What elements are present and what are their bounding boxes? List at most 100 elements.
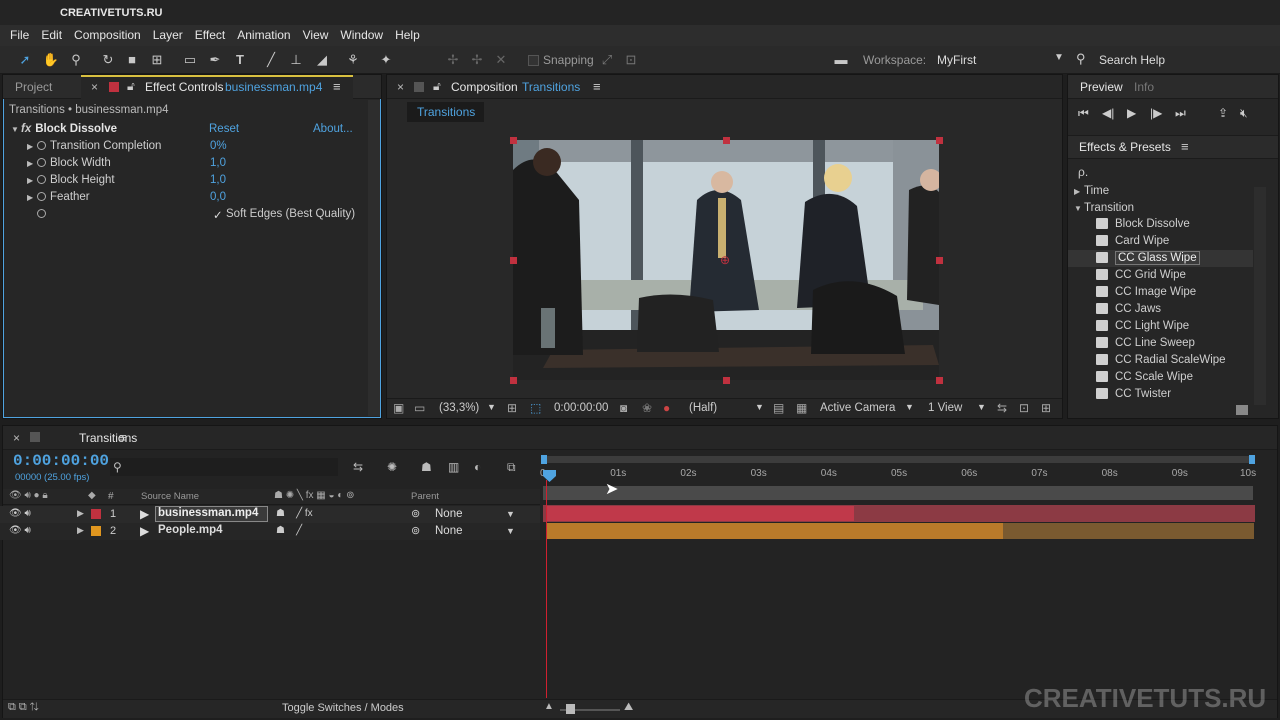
effect-item[interactable]: CC Jaws [1096,301,1161,318]
transform-handle[interactable] [510,137,517,144]
rotate-tool-icon[interactable]: ↻ [99,51,117,69]
brush-tool-icon[interactable]: ╱ [262,51,280,69]
layer-switches[interactable]: ☗ ╱ [276,525,302,536]
pickwhip-icon[interactable]: ⊚ [411,507,420,520]
tab-info[interactable]: Info [1134,80,1154,94]
camera-tool-icon[interactable]: ■ [123,51,141,69]
tab-effect-controls-file[interactable]: businessman.mp4 [225,80,322,94]
param-value[interactable]: 1,0 [210,157,226,169]
col-source-name[interactable]: Source Name [141,491,199,502]
resolution-select[interactable]: (Half) [689,402,717,414]
transform-handle[interactable] [510,377,517,384]
scrollbar[interactable] [1254,187,1266,405]
axis-world-icon[interactable]: ✢ [468,51,486,69]
toggle-pixel-icon[interactable]: ⇆ [997,401,1007,415]
panel-menu-icon[interactable]: ≡ [119,430,127,445]
snap-edges-icon[interactable]: ⤢ [598,51,616,69]
effect-item[interactable]: CC Scale Wipe [1096,369,1193,386]
timeline-timecode[interactable]: 0:00:00:00 [13,452,109,470]
transform-handle[interactable] [936,377,943,384]
zoom-slider-thumb[interactable] [566,704,575,714]
selection-tool-icon[interactable]: ➚ [16,51,34,69]
menu-effect[interactable]: Effect [189,25,231,46]
last-frame-icon[interactable]: ⏭ [1175,106,1186,121]
camera-dropdown-icon[interactable]: ▼ [905,402,914,412]
shy-layers-icon[interactable]: ☗ [421,460,432,474]
param-value[interactable]: 0,0 [210,191,226,203]
effect-item[interactable]: CC Light Wipe [1096,318,1189,335]
scrollbar[interactable] [368,100,380,416]
fast-previews-icon[interactable]: ▤ [773,401,784,415]
show-snapshot-icon[interactable]: ❀ [642,401,652,415]
close-icon[interactable]: × [397,80,404,94]
menu-file[interactable]: File [4,25,35,46]
eraser-tool-icon[interactable]: ◢ [313,51,331,69]
safe-margins-icon[interactable]: ⊞ [507,401,517,415]
param-block-height[interactable]: ▶ Block Height [27,172,115,189]
draft-3d-icon[interactable]: ✺ [387,460,397,474]
stopwatch-icon[interactable] [37,141,46,151]
snapping-checkbox[interactable] [528,55,539,66]
menu-composition[interactable]: Composition [68,25,147,46]
view-layout-select[interactable]: 1 View [928,402,962,414]
panel-menu-icon[interactable]: ≡ [1181,139,1189,154]
param-block-width[interactable]: ▶ Block Width [27,155,111,172]
param-value[interactable]: 0% [210,140,227,152]
video-visibility-icon[interactable]: 👁︎ 🔊︎ [9,508,31,519]
region-of-interest-icon[interactable]: ⬚ [530,401,541,415]
close-icon[interactable]: × [13,431,20,445]
anchor-point-icon[interactable]: ⊕ [720,253,730,267]
comp-mini-flowchart-icon[interactable]: ⇆ [353,460,363,474]
snap-grid-icon[interactable]: ⊡ [622,51,640,69]
close-icon[interactable]: × [91,80,98,94]
axis-local-icon[interactable]: ✢ [444,51,462,69]
param-value[interactable]: 1,0 [210,174,226,186]
video-visibility-icon[interactable]: 👁︎ 🔊︎ [9,525,31,536]
toggle-switches-modes[interactable]: Toggle Switches / Modes [282,702,404,714]
mute-audio-icon[interactable]: 🔇︎ [1240,106,1248,121]
layer-bar-1-active[interactable] [546,506,854,521]
next-frame-icon[interactable]: |▶ [1150,106,1162,120]
tab-project[interactable]: Project [15,80,52,94]
soft-edges-checkbox[interactable]: ✓ [213,208,223,222]
camera-select[interactable]: Active Camera [820,402,895,414]
graph-editor-icon[interactable]: ⧉ [507,460,516,475]
lock-icon[interactable]: 🔓︎ [127,79,135,94]
effect-item[interactable]: CC Image Wipe [1096,284,1196,301]
pickwhip-icon[interactable]: ⊚ [411,524,420,537]
rectangle-tool-icon[interactable]: ▭ [181,51,199,69]
transform-handle[interactable] [510,257,517,264]
menu-view[interactable]: View [297,25,335,46]
footer-toggle-icons[interactable]: ⧉ ⧉ ⇅ [8,701,39,714]
stopwatch-icon[interactable] [37,175,46,185]
search-help-input[interactable]: Search Help [1099,53,1165,67]
expand-triangle-icon[interactable]: ▶ [77,525,84,536]
parent-select[interactable]: None [435,508,463,520]
prev-frame-icon[interactable]: ◀| [1102,106,1114,120]
zoom-out-icon[interactable]: ▲ [544,701,554,712]
parent-dropdown-icon[interactable]: ▼ [506,509,515,519]
transparency-grid-icon[interactable]: ▦ [796,401,807,415]
pen-tool-icon[interactable]: ✒ [206,51,224,69]
effect-item[interactable]: CC Line Sweep [1096,335,1195,352]
stopwatch-icon[interactable] [37,158,46,168]
tab-composition-name[interactable]: Transitions [522,80,580,94]
effect-item-selected[interactable]: CC Glass Wipe [1096,250,1200,267]
new-preset-icon[interactable] [1236,405,1248,415]
work-area-end-handle[interactable] [1249,455,1255,464]
layer-label-color[interactable] [91,526,101,536]
effect-block-dissolve[interactable]: ▼ fx Block Dissolve [11,121,117,138]
snapshot-icon[interactable]: ◙ [620,401,627,415]
reset-link[interactable]: Reset [209,123,239,135]
frame-blending-icon[interactable]: ▥ [448,460,459,474]
param-transition-completion[interactable]: ▶ Transition Completion [27,138,161,155]
workspace-select[interactable]: MyFirst [937,53,976,67]
play-icon[interactable]: ▶ [1127,106,1136,120]
resolution-dropdown-icon[interactable]: ▼ [755,402,764,412]
category-transition[interactable]: ▼ Transition [1074,200,1134,217]
layer-switches[interactable]: ☗ ╱ fx [276,508,313,519]
clone-stamp-tool-icon[interactable]: ⊥ [287,51,305,69]
tab-timeline[interactable]: Transitions [79,431,137,445]
transform-handle[interactable] [723,377,730,384]
axis-view-icon[interactable]: ✕ [492,51,510,69]
